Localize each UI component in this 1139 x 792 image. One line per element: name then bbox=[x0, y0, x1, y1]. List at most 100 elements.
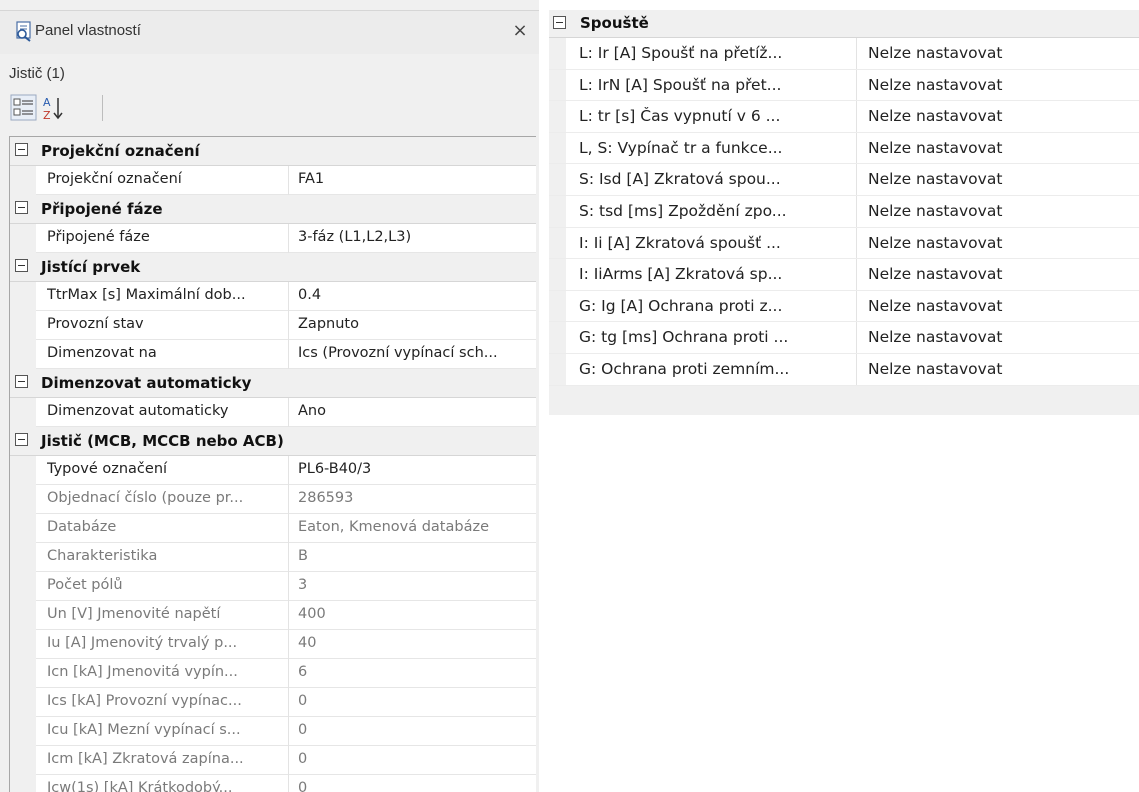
property-value: 3 bbox=[298, 577, 308, 593]
property-row[interactable]: Icm [kA] Zkratová zapína... 0 bbox=[10, 746, 536, 775]
property-row[interactable]: Dimenzovat na Ics (Provozní vypínací sch.… bbox=[10, 340, 536, 369]
collapse-toggle-icon[interactable] bbox=[15, 259, 28, 272]
category-name: Spouště bbox=[580, 14, 649, 32]
close-icon[interactable]: × bbox=[509, 20, 531, 42]
property-row[interactable]: Icu [kA] Mezní vypínací s... 0 bbox=[10, 717, 536, 746]
collapse-toggle-icon[interactable] bbox=[15, 433, 28, 446]
property-value[interactable]: Nelze nastavovat bbox=[868, 297, 1128, 315]
property-value[interactable]: FA1 bbox=[298, 171, 532, 187]
property-row[interactable]: I: IiArms [A] Zkratová sp... Nelze nastav… bbox=[549, 259, 1139, 291]
property-value[interactable]: Ano bbox=[298, 403, 532, 419]
property-row[interactable]: Připojené fáze 3-fáz (L1,L2,L3) bbox=[10, 224, 536, 253]
property-value[interactable]: Nelze nastavovat bbox=[868, 170, 1128, 188]
category-header[interactable]: Projekční označení bbox=[10, 137, 536, 166]
column-divider bbox=[288, 630, 289, 659]
category-name: Připojené fáze bbox=[41, 200, 163, 218]
property-row[interactable]: G: tg [ms] Ochrana proti ... Nelze nastav… bbox=[549, 322, 1139, 354]
column-divider bbox=[856, 69, 857, 101]
property-value[interactable]: Nelze nastavovat bbox=[868, 139, 1128, 157]
row-gutter bbox=[10, 456, 36, 485]
property-row[interactable]: TtrMax [s] Maximální dob... 0.4 bbox=[10, 282, 536, 311]
row-gutter bbox=[10, 775, 36, 792]
categorized-view-icon[interactable] bbox=[10, 93, 38, 123]
column-divider bbox=[288, 398, 289, 427]
property-row[interactable]: Projekční označení FA1 bbox=[10, 166, 536, 195]
property-row[interactable]: Icn [kA] Jmenovitá vypín... 6 bbox=[10, 659, 536, 688]
property-row[interactable]: Typové označení PL6-B40/3 bbox=[10, 456, 536, 485]
property-row[interactable]: G: Ochrana proti zemním... Nelze nastavov… bbox=[549, 353, 1139, 386]
property-row[interactable]: Objednací číslo (pouze pr... 286593 bbox=[10, 485, 536, 514]
category-header[interactable]: Jistící prvek bbox=[10, 253, 536, 282]
triggers-panel: Spouště L: Ir [A] Spoušť na přetíž... Nelz… bbox=[549, 10, 1139, 415]
property-name: G: Ig [A] Ochrana proti z... bbox=[579, 296, 783, 315]
property-value[interactable]: Nelze nastavovat bbox=[868, 202, 1128, 220]
row-gutter bbox=[10, 717, 36, 746]
property-row[interactable]: G: Ig [A] Ochrana proti z... Nelze nastav… bbox=[549, 290, 1139, 323]
row-gutter bbox=[10, 688, 36, 717]
property-value[interactable]: Nelze nastavovat bbox=[868, 328, 1128, 346]
property-row[interactable]: Dimenzovat automaticky Ano bbox=[10, 398, 536, 427]
property-row[interactable]: Iu [A] Jmenovitý trvalý p... 40 bbox=[10, 630, 536, 659]
category-header[interactable]: Dimenzovat automaticky bbox=[10, 369, 536, 398]
property-value[interactable]: Ics (Provozní vypínací sch... bbox=[298, 345, 532, 361]
category-header[interactable]: Jistič (MCB, MCCB nebo ACB) bbox=[10, 427, 536, 456]
property-row[interactable]: S: tsd [ms] Zpoždění zpo... Nelze nastavo… bbox=[549, 195, 1139, 228]
property-value: 40 bbox=[298, 635, 317, 651]
property-name: Un [V] Jmenovité napětí bbox=[47, 606, 221, 622]
column-divider bbox=[856, 290, 857, 322]
property-row[interactable]: Icw(1s) [kA] Krátkodobý... 0 bbox=[10, 775, 536, 792]
column-divider bbox=[856, 259, 857, 290]
property-value: Eaton, Kmenová databáze bbox=[298, 519, 489, 535]
property-row[interactable]: Charakteristika B bbox=[10, 543, 536, 572]
property-value[interactable]: Nelze nastavovat bbox=[868, 360, 1128, 378]
collapse-toggle-icon[interactable] bbox=[15, 201, 28, 214]
property-name: L: IrN [A] Spoušť na přet... bbox=[579, 75, 782, 94]
collapse-toggle-icon[interactable] bbox=[15, 143, 28, 156]
property-value[interactable]: Nelze nastavovat bbox=[868, 44, 1128, 62]
property-row[interactable]: I: Ii [A] Zkratová spoušť ... Nelze nasta… bbox=[549, 227, 1139, 260]
property-value[interactable]: PL6-B40/3 bbox=[298, 461, 532, 477]
properties-panel: Panel vlastností × Jistič (1) A Z Projek… bbox=[0, 0, 539, 792]
row-gutter bbox=[10, 282, 36, 311]
column-divider bbox=[856, 38, 857, 69]
collapse-toggle-icon[interactable] bbox=[15, 375, 28, 388]
property-name: Dimenzovat na bbox=[47, 345, 157, 361]
property-value[interactable]: Zapnuto bbox=[298, 316, 532, 332]
row-gutter bbox=[549, 164, 566, 195]
property-row[interactable]: Počet pólů 3 bbox=[10, 572, 536, 601]
category-header[interactable]: Spouště bbox=[549, 10, 1139, 38]
collapse-toggle-icon[interactable] bbox=[553, 16, 566, 29]
property-row[interactable]: Un [V] Jmenovité napětí 400 bbox=[10, 601, 536, 630]
property-value: 400 bbox=[298, 606, 326, 622]
row-gutter bbox=[10, 224, 36, 253]
property-name: S: tsd [ms] Zpoždění zpo... bbox=[579, 201, 787, 220]
property-name: I: IiArms [A] Zkratová sp... bbox=[579, 265, 783, 284]
property-row[interactable]: L: IrN [A] Spoušť na přet... Nelze nastav… bbox=[549, 69, 1139, 102]
row-gutter bbox=[549, 259, 566, 290]
category-name: Jistící prvek bbox=[41, 258, 141, 276]
property-row[interactable]: L, S: Vypínač tr a funkce... Nelze nastav… bbox=[549, 132, 1139, 165]
property-value[interactable]: Nelze nastavovat bbox=[868, 234, 1128, 252]
column-divider bbox=[288, 456, 289, 485]
property-row[interactable]: L: tr [s] Čas vypnutí v 6 ... Nelze nasta… bbox=[549, 101, 1139, 133]
property-row[interactable]: Provozní stav Zapnuto bbox=[10, 311, 536, 340]
property-row[interactable]: L: Ir [A] Spoušť na přetíž... Nelze nasta… bbox=[549, 38, 1139, 70]
property-row[interactable]: Ics [kA] Provozní vypínac... 0 bbox=[10, 688, 536, 717]
category-header[interactable]: Připojené fáze bbox=[10, 195, 536, 224]
row-gutter bbox=[549, 290, 566, 322]
property-value[interactable]: Nelze nastavovat bbox=[868, 76, 1128, 94]
property-name: Iu [A] Jmenovitý trvalý p... bbox=[47, 635, 238, 651]
property-value[interactable]: Nelze nastavovat bbox=[868, 265, 1128, 283]
sort-az-icon[interactable]: A Z bbox=[40, 93, 68, 123]
property-row[interactable]: Databáze Eaton, Kmenová databáze bbox=[10, 514, 536, 543]
property-value[interactable]: Nelze nastavovat bbox=[868, 107, 1128, 125]
property-name: L: tr [s] Čas vypnutí v 6 ... bbox=[579, 107, 781, 126]
property-value[interactable]: 0.4 bbox=[298, 287, 532, 303]
property-row[interactable]: S: Isd [A] Zkratová spou... Nelze nastavo… bbox=[549, 164, 1139, 196]
row-gutter bbox=[549, 38, 566, 69]
property-name: Icm [kA] Zkratová zapína... bbox=[47, 751, 244, 767]
column-divider bbox=[856, 353, 857, 385]
property-name: Databáze bbox=[47, 519, 117, 535]
column-divider bbox=[856, 195, 857, 227]
property-value[interactable]: 3-fáz (L1,L2,L3) bbox=[298, 229, 532, 245]
